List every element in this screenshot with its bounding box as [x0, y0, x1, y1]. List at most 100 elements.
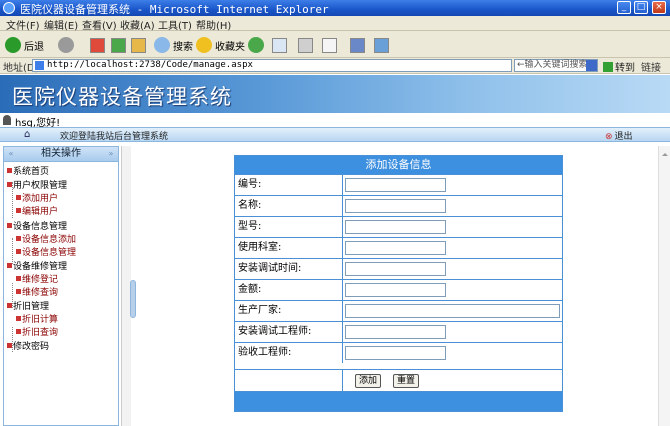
form-button-row: 添加 重置: [235, 369, 562, 391]
form-row: 验收工程师:: [235, 342, 562, 363]
search-label: 搜索: [173, 41, 193, 53]
refresh-button[interactable]: [111, 35, 126, 55]
splitter-handle[interactable]: [130, 280, 136, 318]
back-label: 后退: [24, 41, 44, 53]
field-label: 使用科室:: [235, 238, 343, 258]
edit-button[interactable]: [322, 35, 337, 55]
stop-icon: [90, 37, 105, 53]
field-label: 安装调试时间:: [235, 259, 343, 279]
form-row: 安装调试时间:: [235, 258, 562, 279]
favorites-button[interactable]: 收藏夹: [196, 35, 245, 55]
tool-button[interactable]: [374, 35, 389, 55]
home-button[interactable]: [131, 35, 146, 55]
install-time-input[interactable]: [345, 262, 446, 276]
menu-bar: 文件(F) 编辑(E) 查看(V) 收藏(A) 工具(T) 帮助(H): [0, 16, 670, 32]
home-icon: [131, 37, 146, 53]
field-label: 金额:: [235, 280, 343, 300]
print-icon: [298, 37, 313, 53]
url-input[interactable]: http://localhost:2738/Code/manage.aspx: [32, 59, 512, 72]
history-button[interactable]: [248, 35, 267, 55]
tool-icon: [374, 37, 389, 53]
form-footer: [235, 391, 562, 411]
add-button[interactable]: 添加: [355, 374, 382, 388]
forward-button[interactable]: [58, 35, 77, 55]
sidebar-header: « 相关操作 »: [4, 147, 118, 162]
menu-view[interactable]: 查看(V): [82, 17, 117, 32]
toolbar: 后退 搜索 收藏夹: [0, 31, 670, 58]
device-name-input[interactable]: [345, 199, 446, 213]
messenger-button[interactable]: [350, 35, 365, 55]
mail-button[interactable]: [272, 35, 287, 55]
window-titlebar: 医院仪器设备管理系统 - Microsoft Internet Explorer…: [0, 0, 670, 16]
field-label: 验收工程师:: [235, 343, 343, 363]
form-row: 使用科室:: [235, 237, 562, 258]
word-icon: [322, 37, 337, 53]
form-row: 型号:: [235, 216, 562, 237]
logout-link[interactable]: 退出: [605, 129, 633, 142]
stop-button[interactable]: [90, 35, 105, 55]
history-icon: [248, 37, 264, 53]
sidebar-item-repair[interactable]: 设备维修管理: [7, 259, 67, 272]
address-bar: 地址(D) http://localhost:2738/Code/manage.…: [0, 58, 670, 74]
sidebar-item-device-add[interactable]: 设备信息添加: [16, 232, 76, 245]
sidebar-title: 相关操作: [41, 148, 81, 159]
back-button[interactable]: 后退: [5, 35, 44, 55]
field-label: 生产厂家:: [235, 301, 343, 321]
menu-favorites[interactable]: 收藏(A): [120, 17, 155, 32]
links-button[interactable]: 链接: [641, 59, 661, 74]
page-header: 医院仪器设备管理系统: [0, 75, 670, 113]
install-engineer-input[interactable]: [345, 325, 446, 339]
user-line: hsg,您好!: [0, 113, 670, 129]
acceptance-engineer-input[interactable]: [345, 346, 446, 360]
search-button[interactable]: 搜索: [154, 35, 193, 55]
model-input[interactable]: [345, 220, 446, 234]
form-row: 名称:: [235, 195, 562, 216]
maximize-button[interactable]: □: [634, 1, 648, 14]
menu-help[interactable]: 帮助(H): [196, 17, 231, 32]
manufacturer-input[interactable]: [345, 304, 560, 318]
form-row: 生产厂家:: [235, 300, 562, 321]
menu-edit[interactable]: 编辑(E): [44, 17, 78, 32]
amount-input[interactable]: [345, 283, 446, 297]
chevron-down-icon[interactable]: [586, 60, 597, 71]
reset-button[interactable]: 重置: [393, 374, 420, 388]
sidebar-item-edit-user[interactable]: 编辑用户: [16, 204, 58, 217]
nav-bar: ⌂ 欢迎登陆我站后台管理系统 退出: [0, 127, 670, 142]
sidebar-item-depreciation[interactable]: 折旧管理: [7, 299, 49, 312]
menu-tools[interactable]: 工具(T): [158, 17, 192, 32]
back-arrow-icon: [5, 37, 21, 53]
sidebar-item-device-info[interactable]: 设备信息管理: [7, 219, 67, 232]
menu-file[interactable]: 文件(F): [6, 17, 40, 32]
sidebar-item-change-password[interactable]: 修改密码: [7, 339, 49, 352]
field-label: 安装调试工程师:: [235, 322, 343, 342]
department-input[interactable]: [345, 241, 446, 255]
home-icon[interactable]: ⌂: [24, 129, 35, 140]
sidebar-item-home[interactable]: 系统首页: [7, 164, 49, 177]
form-row: 安装调试工程师:: [235, 321, 562, 342]
sidebar-item-user-permissions[interactable]: 用户权限管理: [7, 178, 67, 191]
sidebar-item-depreciation-calc[interactable]: 折旧计算: [16, 312, 58, 325]
close-button[interactable]: ×: [652, 1, 666, 14]
search-icon: [154, 37, 170, 53]
forward-arrow-icon: [58, 37, 74, 53]
collapse-left-icon[interactable]: «: [6, 149, 16, 159]
field-label: 型号:: [235, 217, 343, 237]
sidebar-item-add-user[interactable]: 添加用户: [16, 191, 58, 204]
device-number-input[interactable]: [345, 178, 446, 192]
sidebar-item-depreciation-query[interactable]: 折旧查询: [16, 325, 58, 338]
field-label: 名称:: [235, 196, 343, 216]
go-button[interactable]: 转到: [603, 59, 635, 74]
form-row: 金额:: [235, 279, 562, 300]
blank-cell: [235, 370, 343, 391]
sidebar-item-repair-query[interactable]: 维修查询: [16, 285, 58, 298]
favorites-label: 收藏夹: [215, 41, 245, 53]
page-scrollbar[interactable]: [658, 146, 670, 426]
collapse-right-icon[interactable]: »: [106, 149, 116, 159]
print-button[interactable]: [298, 35, 313, 55]
user-icon: [3, 115, 11, 125]
window-title: 医院仪器设备管理系统 - Microsoft Internet Explorer: [20, 3, 329, 16]
sidebar-item-repair-register[interactable]: 维修登记: [16, 272, 58, 285]
welcome-text: 欢迎登陆我站后台管理系统: [60, 132, 169, 142]
sidebar-item-device-manage[interactable]: 设备信息管理: [16, 245, 76, 258]
minimize-button[interactable]: _: [617, 1, 631, 14]
